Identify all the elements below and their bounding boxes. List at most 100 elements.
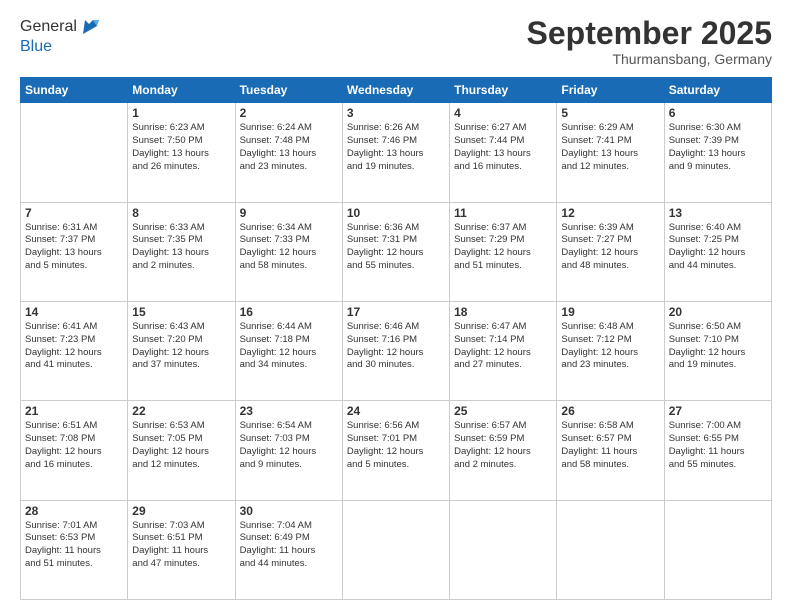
day-detail: Sunrise: 6:30 AM Sunset: 7:39 PM Dayligh… (669, 122, 767, 173)
calendar-cell: 25 Sunrise: 6:57 AM Sunset: 6:59 PM Dayli… (450, 401, 557, 500)
day-number: 22 (132, 404, 230, 418)
calendar-cell: 20 Sunrise: 6:50 AM Sunset: 7:10 PM Dayli… (664, 301, 771, 400)
day-detail: Sunrise: 7:00 AM Sunset: 6:55 PM Dayligh… (669, 420, 767, 471)
calendar-cell: 24 Sunrise: 6:56 AM Sunset: 7:01 PM Dayli… (342, 401, 449, 500)
calendar-cell: 11 Sunrise: 6:37 AM Sunset: 7:29 PM Dayli… (450, 202, 557, 301)
calendar-cell: 12 Sunrise: 6:39 AM Sunset: 7:27 PM Dayli… (557, 202, 664, 301)
col-thursday: Thursday (450, 78, 557, 103)
day-detail: Sunrise: 6:47 AM Sunset: 7:14 PM Dayligh… (454, 321, 552, 372)
day-number: 25 (454, 404, 552, 418)
calendar-cell: 22Sunrise: 6:53 AM Sunset: 7:05 PM Dayli… (128, 401, 235, 500)
calendar-cell: 16Sunrise: 6:44 AM Sunset: 7:18 PM Dayli… (235, 301, 342, 400)
calendar-cell: 21 Sunrise: 6:51 AM Sunset: 7:08 PM Dayli… (21, 401, 128, 500)
day-number: 20 (669, 305, 767, 319)
calendar-cell (21, 103, 128, 202)
subtitle: Thurmansbang, Germany (527, 51, 772, 67)
day-detail: Sunrise: 6:48 AM Sunset: 7:12 PM Dayligh… (561, 321, 659, 372)
calendar-cell: 4 Sunrise: 6:27 AM Sunset: 7:44 PM Daylig… (450, 103, 557, 202)
week-row-5: 28 Sunrise: 7:01 AM Sunset: 6:53 PM Dayli… (21, 500, 772, 599)
col-tuesday: Tuesday (235, 78, 342, 103)
day-number: 8 (132, 206, 230, 220)
day-number: 3 (347, 106, 445, 120)
day-number: 29 (132, 504, 230, 518)
week-row-2: 7 Sunrise: 6:31 AM Sunset: 7:37 PM Daylig… (21, 202, 772, 301)
day-detail: Sunrise: 6:56 AM Sunset: 7:01 PM Dayligh… (347, 420, 445, 471)
day-detail: Sunrise: 6:39 AM Sunset: 7:27 PM Dayligh… (561, 222, 659, 273)
day-detail: Sunrise: 6:23 AM Sunset: 7:50 PM Dayligh… (132, 122, 230, 173)
calendar-cell: 13 Sunrise: 6:40 AM Sunset: 7:25 PM Dayli… (664, 202, 771, 301)
day-detail: Sunrise: 6:50 AM Sunset: 7:10 PM Dayligh… (669, 321, 767, 372)
col-saturday: Saturday (664, 78, 771, 103)
calendar-cell: 7 Sunrise: 6:31 AM Sunset: 7:37 PM Daylig… (21, 202, 128, 301)
day-detail: Sunrise: 6:46 AM Sunset: 7:16 PM Dayligh… (347, 321, 445, 372)
day-number: 26 (561, 404, 659, 418)
col-wednesday: Wednesday (342, 78, 449, 103)
day-number: 5 (561, 106, 659, 120)
day-detail: Sunrise: 6:41 AM Sunset: 7:23 PM Dayligh… (25, 321, 123, 372)
day-number: 4 (454, 106, 552, 120)
calendar-cell (557, 500, 664, 599)
logo: General Blue (20, 16, 101, 56)
calendar-cell: 3 Sunrise: 6:26 AM Sunset: 7:46 PM Daylig… (342, 103, 449, 202)
calendar-cell: 8Sunrise: 6:33 AM Sunset: 7:35 PM Daylig… (128, 202, 235, 301)
calendar-cell: 17 Sunrise: 6:46 AM Sunset: 7:16 PM Dayli… (342, 301, 449, 400)
day-detail: Sunrise: 6:24 AM Sunset: 7:48 PM Dayligh… (240, 122, 338, 173)
day-number: 17 (347, 305, 445, 319)
col-monday: Monday (128, 78, 235, 103)
header-row: Sunday Monday Tuesday Wednesday Thursday… (21, 78, 772, 103)
day-detail: Sunrise: 6:54 AM Sunset: 7:03 PM Dayligh… (240, 420, 338, 471)
logo-blue-text: Blue (20, 38, 101, 56)
page: General Blue September 2025 Thurmansbang… (0, 0, 792, 612)
day-number: 23 (240, 404, 338, 418)
day-detail: Sunrise: 7:04 AM Sunset: 6:49 PM Dayligh… (240, 520, 338, 571)
day-number: 19 (561, 305, 659, 319)
day-number: 7 (25, 206, 123, 220)
day-detail: Sunrise: 6:40 AM Sunset: 7:25 PM Dayligh… (669, 222, 767, 273)
day-number: 15 (132, 305, 230, 319)
calendar-cell: 29 Sunrise: 7:03 AM Sunset: 6:51 PM Dayli… (128, 500, 235, 599)
day-detail: Sunrise: 6:29 AM Sunset: 7:41 PM Dayligh… (561, 122, 659, 173)
calendar-cell: 28 Sunrise: 7:01 AM Sunset: 6:53 PM Dayli… (21, 500, 128, 599)
day-detail: Sunrise: 6:51 AM Sunset: 7:08 PM Dayligh… (25, 420, 123, 471)
calendar-cell: 19 Sunrise: 6:48 AM Sunset: 7:12 PM Dayli… (557, 301, 664, 400)
month-title: September 2025 (527, 16, 772, 51)
day-number: 2 (240, 106, 338, 120)
calendar-cell: 23 Sunrise: 6:54 AM Sunset: 7:03 PM Dayli… (235, 401, 342, 500)
day-detail: Sunrise: 6:57 AM Sunset: 6:59 PM Dayligh… (454, 420, 552, 471)
day-number: 12 (561, 206, 659, 220)
calendar-cell: 30Sunrise: 7:04 AM Sunset: 6:49 PM Dayli… (235, 500, 342, 599)
header: General Blue September 2025 Thurmansbang… (20, 16, 772, 67)
day-number: 11 (454, 206, 552, 220)
day-detail: Sunrise: 6:26 AM Sunset: 7:46 PM Dayligh… (347, 122, 445, 173)
calendar-cell: 9Sunrise: 6:34 AM Sunset: 7:33 PM Daylig… (235, 202, 342, 301)
day-detail: Sunrise: 6:36 AM Sunset: 7:31 PM Dayligh… (347, 222, 445, 273)
calendar-cell: 10Sunrise: 6:36 AM Sunset: 7:31 PM Dayli… (342, 202, 449, 301)
col-sunday: Sunday (21, 78, 128, 103)
calendar-cell: 18Sunrise: 6:47 AM Sunset: 7:14 PM Dayli… (450, 301, 557, 400)
logo-icon (79, 16, 101, 38)
calendar-cell: 14 Sunrise: 6:41 AM Sunset: 7:23 PM Dayli… (21, 301, 128, 400)
calendar-cell: 5 Sunrise: 6:29 AM Sunset: 7:41 PM Daylig… (557, 103, 664, 202)
calendar-cell: 2 Sunrise: 6:24 AM Sunset: 7:48 PM Daylig… (235, 103, 342, 202)
day-number: 1 (132, 106, 230, 120)
col-friday: Friday (557, 78, 664, 103)
day-detail: Sunrise: 6:31 AM Sunset: 7:37 PM Dayligh… (25, 222, 123, 273)
day-number: 13 (669, 206, 767, 220)
calendar-cell: 6 Sunrise: 6:30 AM Sunset: 7:39 PM Daylig… (664, 103, 771, 202)
day-detail: Sunrise: 6:27 AM Sunset: 7:44 PM Dayligh… (454, 122, 552, 173)
day-detail: Sunrise: 6:43 AM Sunset: 7:20 PM Dayligh… (132, 321, 230, 372)
day-number: 27 (669, 404, 767, 418)
day-number: 24 (347, 404, 445, 418)
day-detail: Sunrise: 6:37 AM Sunset: 7:29 PM Dayligh… (454, 222, 552, 273)
calendar-cell (342, 500, 449, 599)
day-detail: Sunrise: 7:01 AM Sunset: 6:53 PM Dayligh… (25, 520, 123, 571)
calendar-cell: 1 Sunrise: 6:23 AM Sunset: 7:50 PM Daylig… (128, 103, 235, 202)
day-number: 6 (669, 106, 767, 120)
day-detail: Sunrise: 7:03 AM Sunset: 6:51 PM Dayligh… (132, 520, 230, 571)
calendar-cell (664, 500, 771, 599)
day-number: 21 (25, 404, 123, 418)
calendar-table: Sunday Monday Tuesday Wednesday Thursday… (20, 77, 772, 600)
day-number: 14 (25, 305, 123, 319)
calendar-cell: 26Sunrise: 6:58 AM Sunset: 6:57 PM Dayli… (557, 401, 664, 500)
day-number: 28 (25, 504, 123, 518)
